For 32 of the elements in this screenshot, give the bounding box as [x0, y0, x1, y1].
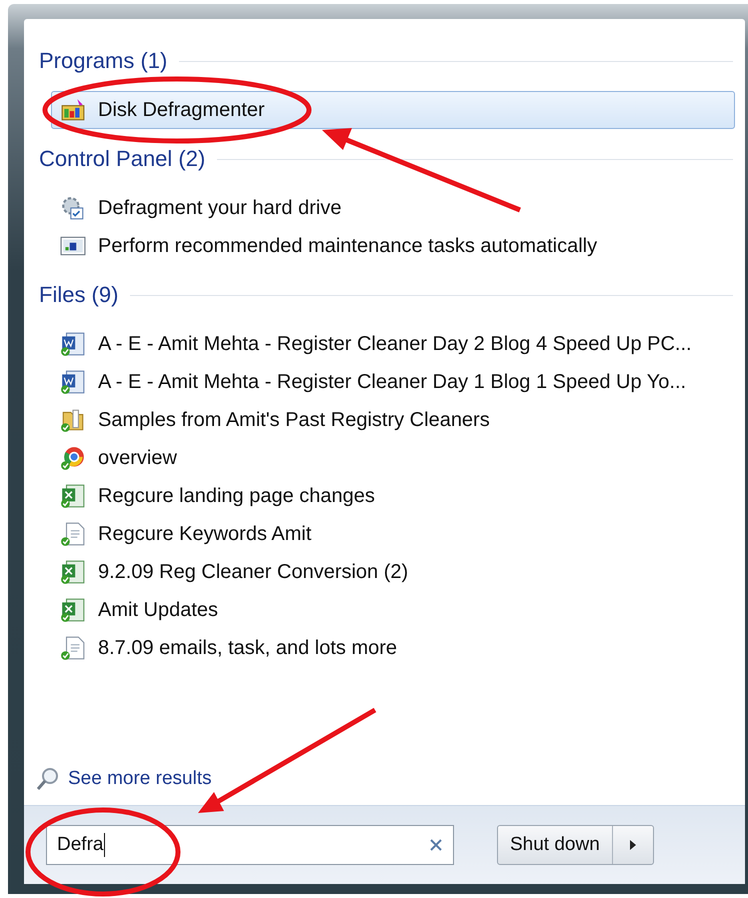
text-file-icon: [60, 635, 86, 661]
spreadsheet-icon: [60, 559, 86, 585]
result-item[interactable]: Regcure landing page changes: [51, 477, 735, 515]
result-item[interactable]: overview: [51, 439, 735, 477]
result-item[interactable]: Perform recommended maintenance tasks automatically: [51, 227, 735, 265]
search-icon: [36, 766, 60, 792]
section-header: Files (9): [39, 282, 118, 308]
round-logo-icon: [60, 445, 86, 471]
spreadsheet-icon: [60, 483, 86, 509]
result-item[interactable]: Amit Updates: [51, 591, 735, 629]
result-item[interactable]: Regcure Keywords Amit: [51, 515, 735, 553]
result-item[interactable]: Defragment your hard drive: [51, 189, 735, 227]
text-cursor: [104, 833, 106, 857]
section-header: Programs (1): [39, 48, 168, 74]
result-item[interactable]: Disk Defragmenter: [51, 91, 735, 129]
result-item[interactable]: 8.7.09 emails, task, and lots more: [51, 629, 735, 667]
result-item[interactable]: A - E - Amit Mehta - Register Cleaner Day 1 Blog 1 Speed Up Yo...: [51, 363, 735, 401]
folder-icon: [60, 407, 86, 433]
document-icon: [60, 369, 86, 395]
defragmenter-icon: [60, 97, 86, 123]
section-header: Control Panel (2): [39, 146, 206, 172]
spreadsheet-icon: [60, 597, 86, 623]
caret-icon: [628, 839, 637, 851]
result-item[interactable]: A - E - Amit Mehta - Register Cleaner Day 2 Blog 4 Speed Up PC...: [51, 325, 735, 363]
result-item[interactable]: 9.2.09 Reg Cleaner Conversion (2): [51, 553, 735, 591]
clear-icon[interactable]: [429, 838, 443, 852]
gear-icon: [60, 195, 86, 221]
document-icon: [60, 331, 86, 357]
text-file-icon: [60, 521, 86, 547]
see-more-results-link[interactable]: See more results: [68, 768, 212, 790]
search-field[interactable]: Defra: [46, 825, 454, 865]
result-item[interactable]: Samples from Amit's Past Registry Cleaners: [51, 401, 735, 439]
